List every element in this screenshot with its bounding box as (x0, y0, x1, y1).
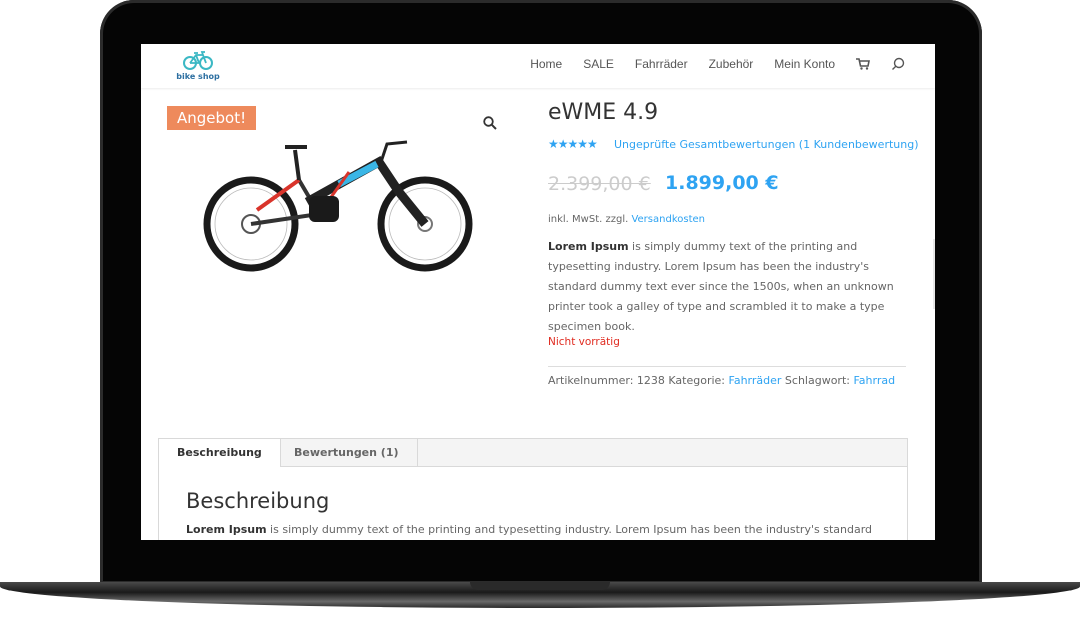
site-logo[interactable]: bike shop (173, 48, 223, 84)
tab-bewertungen[interactable]: Bewertungen (1) (276, 439, 418, 466)
price-old: 2.399,00 € (548, 173, 651, 195)
tab-text-rest: is simply dummy text of the printing and… (266, 523, 873, 536)
nav-zubehoer[interactable]: Zubehör (709, 57, 754, 71)
zoom-icon[interactable] (483, 116, 497, 130)
tab-beschreibung[interactable]: Beschreibung (159, 439, 281, 467)
tab-heading: Beschreibung (186, 489, 330, 513)
tax-info: inkl. MwSt. zzgl. Versandkosten (548, 214, 705, 225)
nav-fahrraeder[interactable]: Fahrräder (635, 57, 688, 71)
tab-description: Lorem Ipsum is simply dummy text of the … (186, 523, 872, 536)
sku-label: Artikelnummer: (548, 374, 634, 387)
category-label: Kategorie: (668, 374, 726, 387)
cart-icon[interactable] (856, 57, 870, 71)
tag-link[interactable]: Fahrrad (853, 374, 895, 387)
product-title: eWME 4.9 (548, 100, 659, 125)
sku-value: 1238 (636, 374, 665, 387)
sale-badge: Angebot! (167, 106, 257, 130)
tag-label: Schlagwort: (784, 374, 850, 387)
price-new: 1.899,00 € (665, 172, 779, 194)
tab-bar: Beschreibung Bewertungen (1) (159, 439, 907, 467)
nav-mein-konto[interactable]: Mein Konto (774, 57, 835, 71)
star-icon: ★★★★★ (548, 137, 598, 151)
nav-home[interactable]: Home (530, 57, 562, 71)
rating-stars[interactable]: ★★★★★ (548, 137, 598, 151)
laptop-notch (470, 582, 610, 590)
review-link[interactable]: Ungeprüfte Gesamtbewertungen (1 Kundenbe… (614, 138, 919, 151)
desc-text: is simply dummy text of the printing and… (548, 240, 894, 333)
logo-text: bike shop (176, 72, 220, 81)
desc-bold: Lorem Ipsum (548, 240, 629, 253)
shipping-link[interactable]: Versandkosten (631, 214, 705, 225)
bicycle-icon (183, 51, 213, 70)
scrollbar[interactable] (933, 239, 935, 309)
tab-text-bold: Lorem Ipsum (186, 523, 267, 536)
product-image[interactable] (199, 132, 479, 282)
browser-viewport: bike shop Home SALE Fahrräder Zubehör Me… (141, 44, 935, 540)
nav-sale[interactable]: SALE (583, 57, 614, 71)
site-header: bike shop Home SALE Fahrräder Zubehör Me… (141, 44, 935, 88)
product-meta: Artikelnummer: 1238 Kategorie: Fahrräder… (548, 374, 895, 387)
tax-prefix: inkl. MwSt. zzgl. (548, 214, 629, 225)
main-nav: Home SALE Fahrräder Zubehör Mein Konto (509, 57, 905, 71)
divider (548, 366, 906, 367)
category-link[interactable]: Fahrräder (729, 374, 782, 387)
product-tabs: Beschreibung Bewertungen (1) Beschreibun… (158, 438, 908, 540)
short-description: Lorem Ipsum is simply dummy text of the … (548, 237, 898, 337)
search-icon[interactable] (891, 57, 905, 71)
stock-status: Nicht vorrätig (548, 336, 620, 348)
